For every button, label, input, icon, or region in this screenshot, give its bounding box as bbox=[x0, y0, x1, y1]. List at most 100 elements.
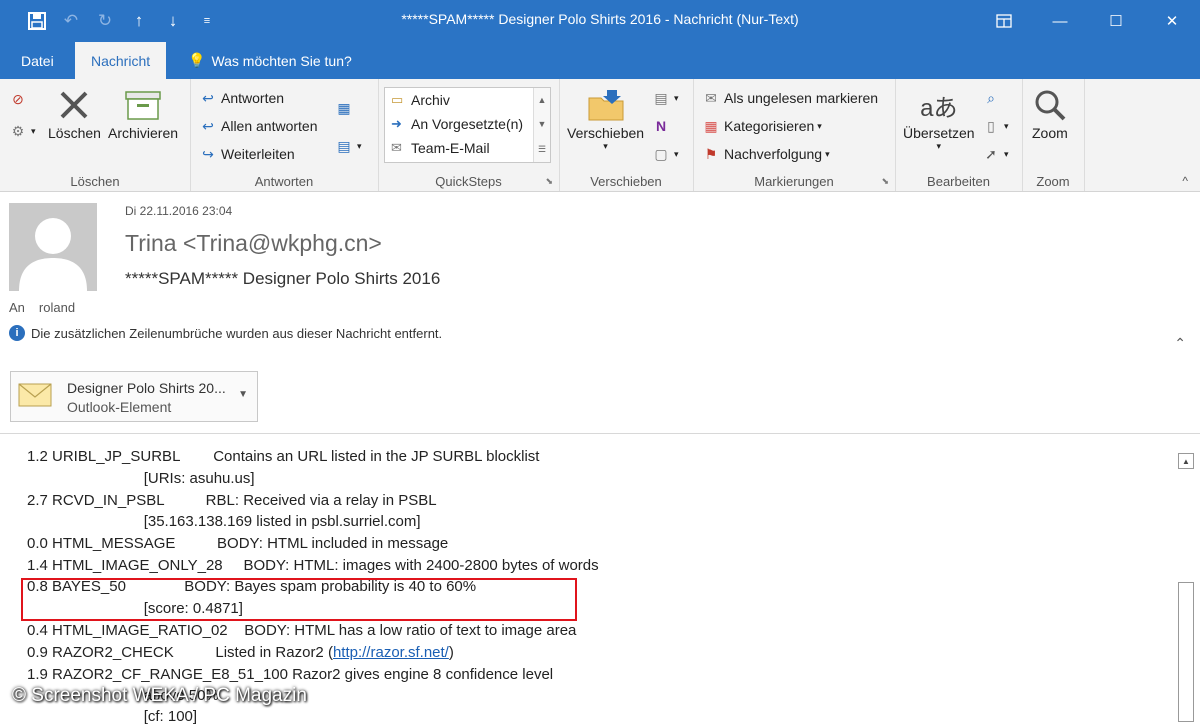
reply-all-button[interactable]: ↩ Allen antworten bbox=[198, 114, 318, 138]
info-icon: i bbox=[9, 325, 25, 341]
group-move: Verschieben ▾ ▤ ▾ N ▢ ▾ Verschieben bbox=[559, 79, 694, 191]
message-date: Di 22.11.2016 23:04 bbox=[125, 204, 233, 218]
maximize-icon[interactable]: ☐ bbox=[1088, 0, 1144, 42]
delete-icon bbox=[56, 85, 92, 125]
flag-icon: ⚑ bbox=[704, 145, 718, 162]
reply-button[interactable]: ↩ Antworten bbox=[198, 86, 284, 110]
scroll-up-icon[interactable]: ▲ bbox=[1178, 453, 1194, 469]
move-button[interactable]: Verschieben ▾ bbox=[567, 85, 644, 152]
message-subject: *****SPAM***** Designer Polo Shirts 2016 bbox=[125, 269, 441, 288]
rules-icon: ▤ bbox=[654, 89, 668, 106]
ribbon-tabs: Datei Nachricht 💡 Was möchten Sie tun? bbox=[0, 42, 1200, 79]
body-line: 0.4 HTML_IMAGE_RATIO_02 BODY: HTML has a… bbox=[27, 622, 577, 639]
actions-icon: ▢ bbox=[654, 145, 668, 162]
move-label: Verschieben bbox=[567, 125, 645, 141]
body-line: 0.0 HTML_MESSAGE BODY: HTML included in … bbox=[27, 535, 449, 552]
to-value[interactable]: roland bbox=[39, 300, 75, 315]
info-bar[interactable]: i Die zusätzlichen Zeilenumbrüche wurden… bbox=[9, 325, 442, 341]
body-line-razor: 0.9 RAZOR2_CHECK Listed in Razor2 (http:… bbox=[27, 644, 454, 661]
rules-button[interactable]: ▤ ▾ bbox=[651, 86, 678, 110]
mark-unread-button[interactable]: ✉ Als ungelesen markieren bbox=[701, 86, 878, 110]
envelope-icon: ✉ bbox=[705, 89, 717, 106]
forward-icon: ➜ bbox=[391, 116, 402, 131]
avatar bbox=[9, 203, 97, 291]
body-line: 1.9 RAZOR2_CF_RANGE_E8_51_100 Razor2 giv… bbox=[27, 666, 554, 683]
translate-label: Übersetzen bbox=[903, 125, 975, 141]
forward-icon: ↪ bbox=[202, 145, 214, 162]
dialog-launcher-icon[interactable]: ⬊ bbox=[881, 176, 889, 187]
ribbon-display-icon[interactable] bbox=[976, 0, 1032, 42]
envelope-icon bbox=[18, 383, 52, 407]
archive-label: Archivieren bbox=[108, 125, 179, 141]
quicksteps-scroll[interactable]: ▲ ▼ ☰ bbox=[533, 88, 550, 162]
group-label-quicksteps: QuickSteps bbox=[435, 174, 502, 189]
quickstep-manager[interactable]: ➜ An Vorgesetzte(n) bbox=[385, 112, 550, 136]
archive-button[interactable]: Archivieren bbox=[108, 85, 178, 141]
tab-tellme[interactable]: 💡 Was möchten Sie tun? bbox=[172, 42, 368, 79]
quickstep-team[interactable]: ✉ Team-E-Mail bbox=[385, 136, 550, 160]
group-label-edit: Bearbeiten bbox=[927, 174, 990, 189]
reply-all-label: Allen antworten bbox=[221, 118, 318, 134]
onenote-button[interactable]: N bbox=[651, 114, 674, 138]
collapse-ribbon-icon[interactable]: ^ bbox=[1182, 174, 1188, 188]
attachment[interactable]: Designer Polo Shirts 20... Outlook-Eleme… bbox=[10, 371, 258, 422]
body-line: [URIs: asuhu.us] bbox=[27, 470, 255, 487]
watermark: © Screenshot WEKA / PC Magazin bbox=[12, 685, 307, 706]
junk-button[interactable]: ⚙ ▾ bbox=[8, 119, 36, 143]
quickstep-label: An Vorgesetzte(n) bbox=[411, 116, 524, 132]
magnifier-icon bbox=[1033, 85, 1067, 125]
body-line: 1.4 HTML_IMAGE_ONLY_28 BODY: HTML: image… bbox=[27, 557, 599, 574]
group-label-tags: Markierungen bbox=[754, 174, 834, 189]
window-controls: — ☐ ✕ bbox=[976, 0, 1200, 42]
related-button[interactable]: ▯ ▾ bbox=[981, 114, 1008, 138]
body-line: [cf: 100] bbox=[27, 708, 198, 725]
categorize-label: Kategorisieren bbox=[724, 118, 815, 134]
dialog-launcher-icon[interactable]: ⬊ bbox=[545, 176, 553, 187]
tab-message[interactable]: Nachricht bbox=[75, 42, 167, 79]
attachment-type: Outlook-Element bbox=[67, 399, 172, 415]
tab-file[interactable]: Datei bbox=[5, 42, 70, 79]
collapse-header-icon[interactable]: ⌃ bbox=[1174, 335, 1186, 352]
meeting-button[interactable]: ▦ bbox=[334, 96, 357, 120]
reply-label: Antworten bbox=[221, 90, 285, 106]
razor-link[interactable]: http://razor.sf.net/ bbox=[333, 644, 449, 661]
group-tags: ✉ Als ungelesen markieren ▦ Kategorisieren… bbox=[693, 79, 896, 191]
find-button[interactable]: ⌕ bbox=[981, 86, 1004, 110]
move-folder-icon bbox=[587, 85, 625, 125]
forward-button[interactable]: ↪ Weiterleiten bbox=[198, 142, 295, 166]
more-icon: ▤ bbox=[337, 137, 351, 154]
followup-button[interactable]: ⚑ Nachverfolgung ▾ bbox=[701, 142, 830, 166]
junk-icon: ⚙ bbox=[11, 122, 25, 139]
followup-label: Nachverfolgung bbox=[724, 146, 823, 162]
folder-icon: ▭ bbox=[391, 92, 404, 107]
scroll-thumb[interactable] bbox=[1178, 582, 1194, 722]
actions-button[interactable]: ▢ ▾ bbox=[651, 142, 678, 166]
more-respond-button[interactable]: ▤ ▾ bbox=[334, 134, 361, 158]
zoom-button[interactable]: Zoom bbox=[1032, 85, 1068, 141]
recipients: An roland bbox=[9, 300, 89, 315]
group-label-delete: Löschen bbox=[70, 174, 120, 189]
attachment-name: Designer Polo Shirts 20... bbox=[67, 380, 226, 396]
onenote-icon: N bbox=[655, 118, 667, 134]
delete-label: Löschen bbox=[48, 125, 101, 141]
body-scrollbar[interactable]: ▲ bbox=[1170, 447, 1200, 722]
divider bbox=[0, 433, 1200, 434]
mail-icon: ✉ bbox=[391, 140, 402, 155]
ignore-button[interactable]: ⊘ bbox=[8, 87, 31, 111]
cursor-icon: ➚ bbox=[985, 145, 997, 162]
translate-button[interactable]: aあ Übersetzen ▾ bbox=[903, 85, 975, 152]
meeting-icon: ▦ bbox=[337, 99, 351, 116]
message-sender[interactable]: Trina <Trina@wkphg.cn> bbox=[125, 230, 382, 257]
quickstep-archive[interactable]: ▭ Archiv bbox=[385, 88, 550, 112]
chevron-down-icon[interactable]: ▼ bbox=[238, 389, 248, 400]
group-label-respond: Antworten bbox=[254, 174, 314, 189]
select-button[interactable]: ➚ ▾ bbox=[981, 142, 1008, 166]
close-icon[interactable]: ✕ bbox=[1144, 0, 1200, 42]
delete-button[interactable]: Löschen bbox=[48, 85, 101, 141]
translate-icon: aあ bbox=[920, 94, 958, 122]
ignore-icon: ⊘ bbox=[12, 90, 24, 107]
categorize-button[interactable]: ▦ Kategorisieren ▾ bbox=[701, 114, 821, 138]
minimize-icon[interactable]: — bbox=[1032, 0, 1088, 42]
body-line: 1.2 URIBL_JP_SURBL Contains an URL liste… bbox=[27, 448, 540, 465]
group-label-zoom: Zoom bbox=[1036, 174, 1070, 189]
